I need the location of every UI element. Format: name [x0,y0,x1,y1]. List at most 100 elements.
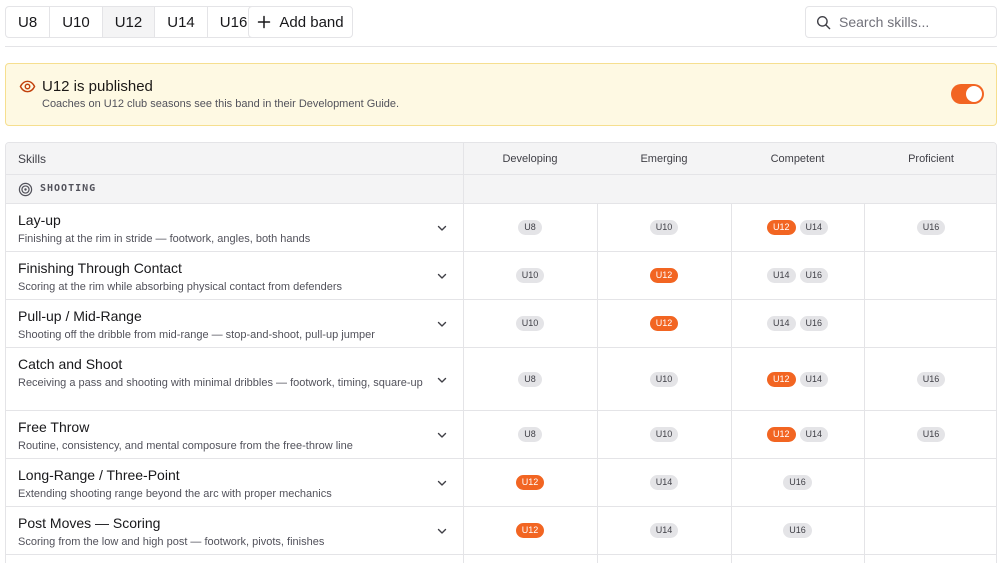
band-chip-u10: U10 [515,316,545,331]
add-band-label: Add band [279,13,344,31]
band-chip-u10: U10 [649,427,679,442]
column-divider [864,204,865,563]
band-chip-u16: U16 [799,268,829,283]
skills-column-header: Skills [18,151,47,166]
band-chip-u8: U8 [518,371,542,387]
level-cell-competent: U16 [731,507,864,554]
band-chip-u8: U8 [518,427,542,442]
band-chip-u12: U12 [766,220,796,235]
band-tab-u8[interactable]: U8 [6,7,51,37]
level-header-proficient: Proficient [908,152,954,165]
table-row[interactable]: Lay-up Finishing at the rim in stride — f… [6,204,996,252]
search-box[interactable] [805,6,997,38]
band-chip-u12: U12 [649,316,679,331]
column-divider [463,143,464,563]
skill-description: Shooting off the dribble from mid-range … [18,329,375,341]
skill-description: Finishing at the rim in stride — footwor… [18,233,311,245]
add-band-button[interactable]: Add band [248,6,353,38]
level-cell-emerging: U14 [597,459,731,506]
chevron-down-icon[interactable] [436,270,448,282]
skill-description: Extending shooting range beyond the arc … [18,488,332,500]
chevron-down-icon[interactable] [436,477,448,489]
skill-cell: Pull-up / Mid-Range Shooting off the drib… [6,300,463,347]
publish-toggle[interactable] [951,84,984,104]
skill-description: Scoring from the low and high post — foo… [18,536,325,548]
chevron-down-icon[interactable] [436,222,448,234]
band-chip-u8: U8 [518,220,542,235]
level-cell-emerging: U10 [597,411,731,458]
table-header: Skills Developing Emerging Competent Pro… [6,143,996,175]
skill-cell: Long-Range / Three-Point Extending shooti… [6,459,463,506]
level-header-developing: Developing [502,152,558,165]
band-chip-u16: U16 [916,220,946,235]
banner-subtitle: Coaches on U12 club seasons see this ban… [42,98,400,110]
level-cell-proficient [864,252,996,299]
group-row-shooting: SHOOTING [6,175,996,204]
table-row[interactable]: Long-Range / Three-Point Extending shooti… [6,459,996,507]
level-cell-emerging: U10 [597,348,731,410]
search-icon [816,15,831,29]
level-cell-proficient [864,459,996,506]
banner-title: U12 is published [42,78,153,95]
level-cell-developing: U12 [463,459,597,506]
band-tab-u12[interactable]: U12 [102,7,156,37]
band-chip-u12: U12 [515,523,545,538]
plus-icon [258,15,271,29]
chevron-down-icon[interactable] [436,429,448,441]
table-row[interactable]: Pull-up / Mid-Range Shooting off the drib… [6,300,996,348]
level-cell-emerging: U10 [597,204,731,251]
skill-name: Pull-up / Mid-Range [18,308,142,324]
publish-banner: U12 is published Coaches on U12 club sea… [5,63,997,126]
skill-name: Free Throw [18,419,90,435]
band-chip-u14: U14 [799,220,829,235]
level-cell-developing: U8 [463,411,597,458]
band-chip-u14: U14 [649,523,679,538]
level-cell-developing: U12 [463,507,597,554]
skill-description: Receiving a pass and shooting with minim… [18,377,423,389]
chevron-down-icon[interactable] [436,318,448,330]
band-chip-u16: U16 [916,371,946,387]
skill-cell: Free Throw Routine, consistency, and ment… [6,411,463,458]
chevron-down-icon[interactable] [436,525,448,537]
band-chip-u12: U12 [649,268,679,283]
level-cell-developing: U10 [463,300,597,347]
level-header-emerging: Emerging [640,152,688,165]
level-cell-emerging: U12 [597,252,731,299]
band-chip-u16: U16 [799,316,829,331]
search-input[interactable] [839,14,989,30]
level-cell-proficient: U16 [864,411,996,458]
level-cell-developing: U8 [463,204,597,251]
level-cell-proficient: U16 [864,204,996,251]
table-row[interactable]: Catch and Shoot Receiving a pass and shoo… [6,348,996,411]
level-cell-competent: U14 U16 [731,300,864,347]
band-chip-u14: U14 [799,371,829,387]
skill-name: Catch and Shoot [18,356,123,372]
skill-description: Routine, consistency, and mental composu… [18,440,353,452]
band-chip-u12: U12 [515,475,545,490]
level-header-competent: Competent [770,152,825,165]
skill-name: Long-Range / Three-Point [18,467,180,483]
level-cell-developing: U10 [463,252,597,299]
skills-table: Skills Developing Emerging Competent Pro… [5,142,997,563]
band-chip-u12: U12 [766,427,796,442]
table-row[interactable]: Post Moves — Scoring Scoring from the low… [6,507,996,555]
level-cell-proficient [864,300,996,347]
band-chip-u10: U10 [515,268,545,283]
target-icon [18,182,33,197]
level-cell-proficient: U16 [864,348,996,410]
level-cell-competent: U16 [731,459,864,506]
band-chip-u16: U16 [783,523,812,538]
band-tab-u10[interactable]: U10 [50,7,103,37]
skill-cell: Lay-up Finishing at the rim in stride — f… [6,204,463,251]
table-row[interactable]: Finishing Through Contact Scoring at the … [6,252,996,300]
group-label: SHOOTING [40,183,97,194]
level-cell-proficient [864,507,996,554]
top-divider [5,46,997,47]
band-tab-u14[interactable]: U14 [155,7,208,37]
table-row[interactable]: Free Throw Routine, consistency, and ment… [6,411,996,459]
band-chip-u12: U12 [766,371,796,387]
band-tabs: U8 U10 U12 U14 U16 [5,6,261,38]
band-chip-u14: U14 [649,475,679,490]
chevron-down-icon[interactable] [436,374,448,386]
column-divider [597,204,598,563]
